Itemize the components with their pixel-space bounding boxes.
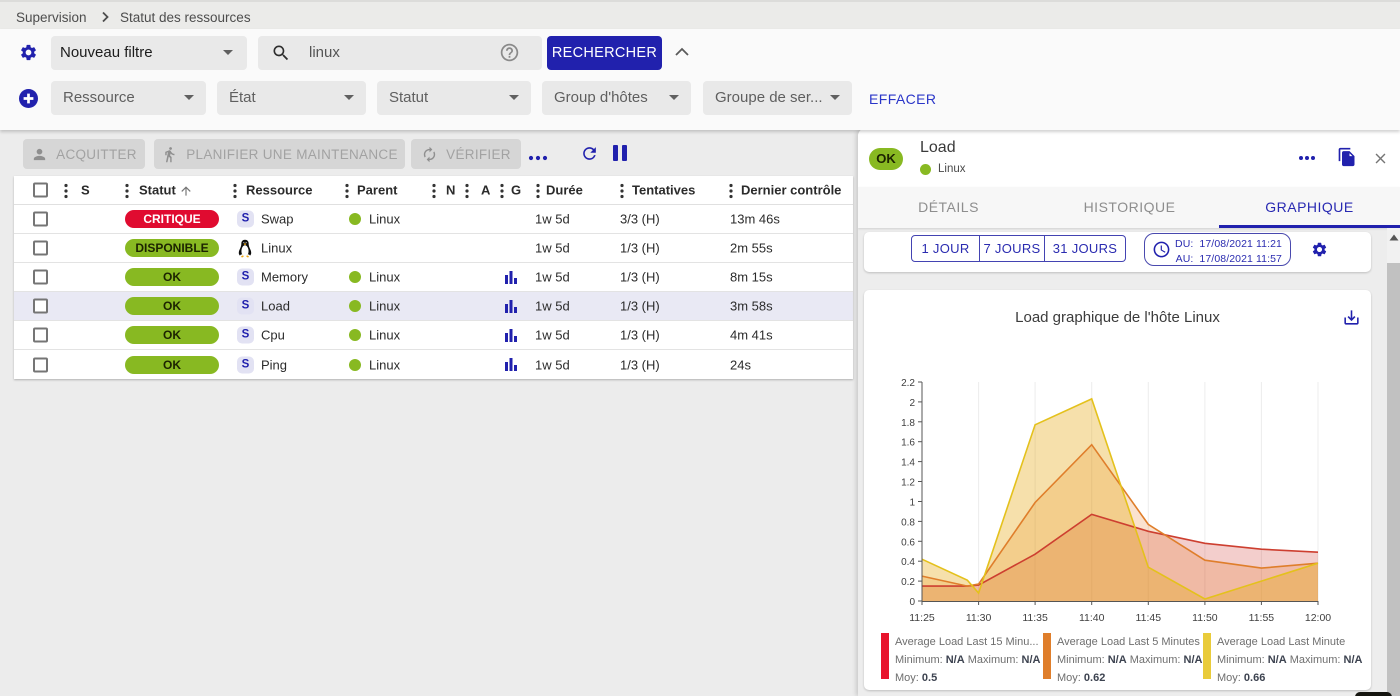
svg-text:0.6: 0.6 (901, 537, 915, 548)
svg-text:2.2: 2.2 (901, 378, 915, 389)
svg-text:11:35: 11:35 (1022, 612, 1048, 624)
svg-text:11:25: 11:25 (909, 612, 935, 624)
svg-text:1.4: 1.4 (901, 458, 915, 469)
svg-text:1.8: 1.8 (901, 418, 915, 429)
svg-text:2: 2 (909, 398, 915, 409)
svg-text:1: 1 (909, 498, 915, 509)
svg-text:0.8: 0.8 (901, 517, 915, 528)
svg-text:11:45: 11:45 (1136, 612, 1162, 624)
svg-text:12:00: 12:00 (1305, 612, 1331, 624)
svg-text:0: 0 (909, 597, 915, 608)
svg-text:11:30: 11:30 (966, 612, 992, 624)
svg-text:1.2: 1.2 (901, 478, 915, 489)
svg-text:1.6: 1.6 (901, 438, 915, 449)
svg-text:11:50: 11:50 (1192, 612, 1218, 624)
svg-text:11:55: 11:55 (1249, 612, 1275, 624)
svg-text:0.4: 0.4 (901, 557, 915, 568)
svg-text:0.2: 0.2 (901, 577, 915, 588)
svg-text:11:40: 11:40 (1079, 612, 1105, 624)
